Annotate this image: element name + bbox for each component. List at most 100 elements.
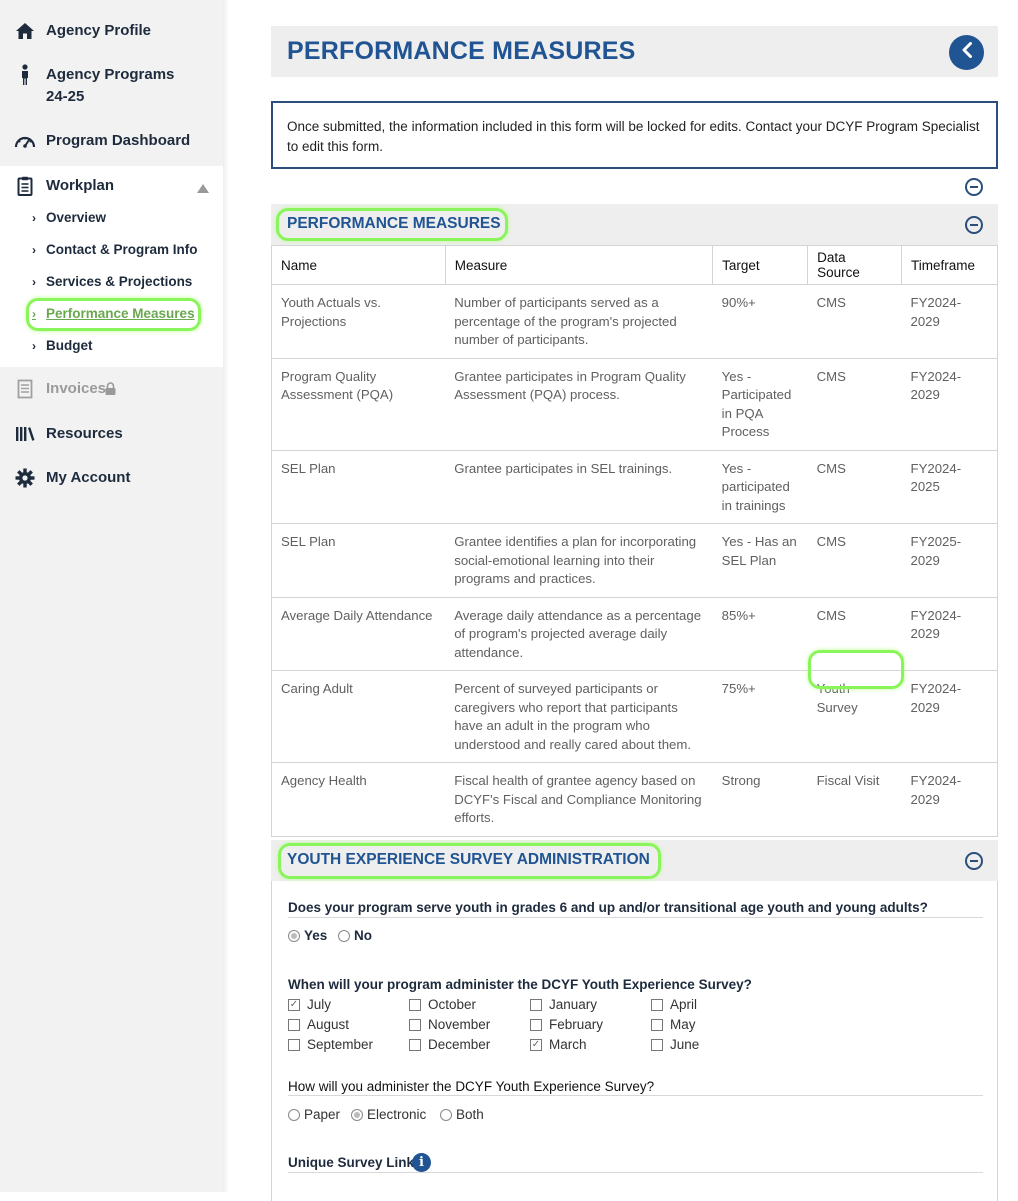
sidebar-item-resources[interactable]: Resources xyxy=(0,423,223,447)
column-header: Timeframe xyxy=(901,245,998,285)
checkbox[interactable] xyxy=(409,998,421,1011)
sub-item-label: Contact & Program Info xyxy=(46,242,198,257)
sidebar-item-program-dashboard[interactable]: Program Dashboard xyxy=(0,130,223,154)
cell-name: SEL Plan xyxy=(271,450,446,524)
sidebar-item-agency-profile[interactable]: Agency Profile xyxy=(0,20,223,44)
sidebar-item-label: Agency Programs xyxy=(46,66,175,83)
sidebar-item-workplan[interactable]: Workplan xyxy=(0,175,223,199)
checkbox[interactable] xyxy=(409,1018,421,1031)
radio-button[interactable] xyxy=(288,1108,300,1121)
checkbox-october[interactable]: October xyxy=(409,997,476,1012)
checkbox[interactable] xyxy=(288,1038,300,1051)
radio-button[interactable] xyxy=(440,1108,452,1121)
workplan-sub-budget[interactable]: › Budget xyxy=(32,337,93,355)
sidebar-item-label: Program Dashboard xyxy=(46,132,191,149)
radio-no[interactable]: No xyxy=(338,928,372,943)
checkbox[interactable] xyxy=(288,1018,300,1031)
option-label: May xyxy=(670,1017,696,1032)
radio-yes[interactable]: Yes xyxy=(288,928,327,943)
books-icon xyxy=(14,423,36,445)
table-row: Agency Health Fiscal health of grantee a… xyxy=(271,762,998,837)
checkbox[interactable] xyxy=(651,1038,663,1051)
sidebar-item-label: Workplan xyxy=(46,177,115,194)
back-button[interactable] xyxy=(949,35,984,70)
highlight-annotation xyxy=(808,650,904,689)
collapse-all-icon[interactable] xyxy=(965,178,983,196)
option-label: June xyxy=(670,1037,700,1052)
checkbox-february[interactable]: February xyxy=(530,1017,603,1032)
checkbox-december[interactable]: December xyxy=(409,1037,490,1052)
checkbox[interactable] xyxy=(530,998,542,1011)
cell-measure: Grantee participates in Program Quality … xyxy=(445,358,713,451)
column-header: Name xyxy=(271,245,446,285)
info-icon[interactable]: i xyxy=(412,1153,431,1172)
cell-target: Yes - participated in trainings xyxy=(712,450,808,524)
cell-timeframe: FY2024-2029 xyxy=(901,670,998,763)
cell-name: Youth Actuals vs. Projections xyxy=(271,284,446,359)
cell-target: 90%+ xyxy=(712,284,808,359)
checkbox-april[interactable]: April xyxy=(651,997,697,1012)
checkbox-june[interactable]: June xyxy=(651,1037,699,1052)
checkbox[interactable]: ✓ xyxy=(288,998,300,1011)
checkbox[interactable] xyxy=(651,998,663,1011)
checkbox-september[interactable]: September xyxy=(288,1037,373,1052)
radio-paper[interactable]: Paper xyxy=(288,1107,340,1122)
page-header: PERFORMANCE MEASURES xyxy=(271,26,998,77)
radio-electronic[interactable]: Electronic xyxy=(351,1107,426,1122)
workplan-sub-services[interactable]: › Services & Projections xyxy=(32,273,192,291)
option-label: December xyxy=(428,1037,491,1052)
sidebar-item-my-account[interactable]: My Account xyxy=(0,467,223,491)
radio-button[interactable] xyxy=(288,929,300,942)
checkbox-july[interactable]: ✓ July xyxy=(288,997,331,1012)
option-label: September xyxy=(307,1037,374,1052)
home-icon xyxy=(14,20,36,42)
cell-measure: Grantee identifies a plan for incorporat… xyxy=(445,523,713,598)
table-row: SEL Plan Grantee identifies a plan for i… xyxy=(271,523,998,598)
cell-name: Agency Health xyxy=(271,762,446,837)
question-label: Unique Survey Link xyxy=(288,1155,415,1170)
radio-button[interactable] xyxy=(338,929,350,942)
gear-icon xyxy=(14,467,36,489)
cell-target: 75%+ xyxy=(712,670,808,763)
checkbox[interactable] xyxy=(651,1018,663,1031)
cell-source: Fiscal Visit xyxy=(807,762,902,837)
workplan-sub-overview[interactable]: › Overview xyxy=(32,209,106,227)
checkbox-march[interactable]: ✓ March xyxy=(530,1037,587,1052)
workplan-submenu: Workplan › Overview › Contact & Program In… xyxy=(0,166,223,367)
checkbox[interactable] xyxy=(409,1038,421,1051)
radio-button[interactable] xyxy=(351,1108,363,1121)
checkbox-january[interactable]: January xyxy=(530,997,597,1012)
checkbox-november[interactable]: November xyxy=(409,1017,490,1032)
cell-source: CMS xyxy=(807,358,902,451)
survey-form: Does your program serve youth in grades … xyxy=(271,881,998,1201)
checkbox-may[interactable]: May xyxy=(651,1017,696,1032)
chevron-right-icon: › xyxy=(32,275,36,289)
option-label: Paper xyxy=(304,1107,341,1122)
workplan-sub-contact[interactable]: › Contact & Program Info xyxy=(32,241,198,259)
cell-target: 85%+ xyxy=(712,597,808,671)
question-label: Does your program serve youth in grades … xyxy=(288,900,928,915)
cell-timeframe: FY2024-2029 xyxy=(901,762,998,837)
performance-measures-table: Name Measure Target Data Source Timefram… xyxy=(271,245,998,837)
checkbox-august[interactable]: August xyxy=(288,1017,349,1032)
page-title: PERFORMANCE MEASURES xyxy=(287,37,636,65)
checkbox[interactable]: ✓ xyxy=(530,1038,542,1051)
cell-name: Average Daily Attendance xyxy=(271,597,446,671)
chevron-right-icon: › xyxy=(32,211,36,225)
question-label: How will you administer the DCYF Youth E… xyxy=(288,1079,655,1094)
collapse-section-icon[interactable] xyxy=(965,216,983,234)
cell-measure: Fiscal health of grantee agency based on… xyxy=(445,762,713,837)
checkbox[interactable] xyxy=(530,1018,542,1031)
highlight-annotation xyxy=(276,208,508,241)
divider xyxy=(288,1095,983,1096)
sidebar-item-agency-programs[interactable]: Agency Programs 24-25 xyxy=(0,64,223,110)
option-label: Both xyxy=(456,1107,484,1122)
cell-measure: Average daily attendance as a percentage… xyxy=(445,597,713,671)
invoice-icon xyxy=(14,378,36,400)
radio-both[interactable]: Both xyxy=(440,1107,484,1122)
table-row: SEL Plan Grantee participates in SEL tra… xyxy=(271,450,998,524)
collapse-section-icon[interactable] xyxy=(965,852,983,870)
option-label: November xyxy=(428,1017,491,1032)
cell-source: CMS xyxy=(807,450,902,524)
collapse-caret-icon[interactable] xyxy=(197,180,209,198)
